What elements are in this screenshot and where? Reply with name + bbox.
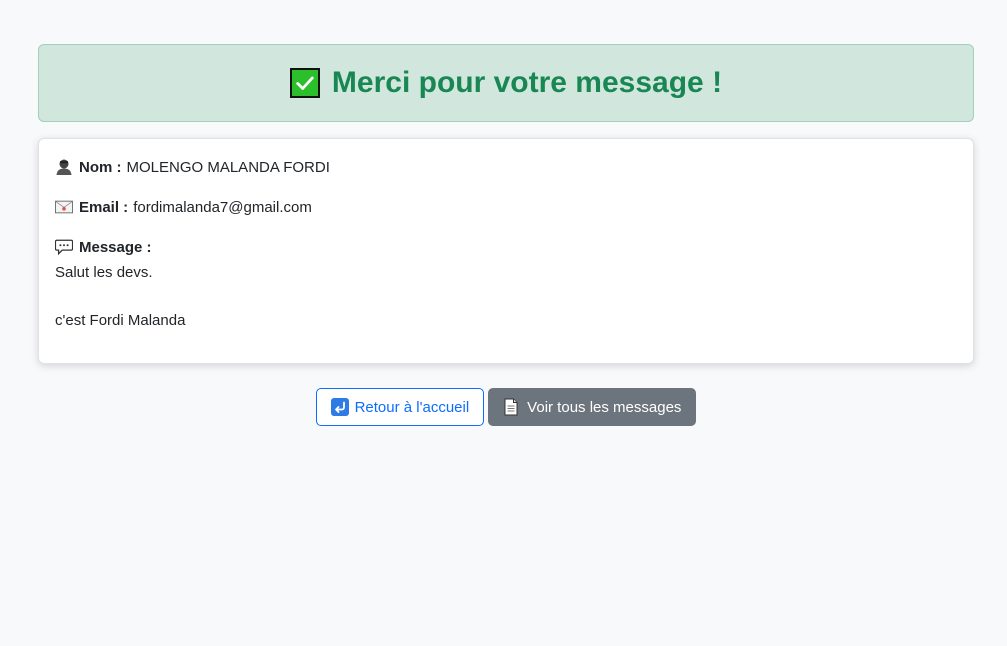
envelope-icon — [55, 198, 73, 216]
page-icon — [503, 398, 521, 416]
return-arrow-icon — [330, 398, 349, 416]
speech-bubble-icon — [55, 238, 73, 256]
message-label: Message : — [79, 238, 152, 256]
name-row: Nom : MOLENGO MALANDA FORDI — [55, 157, 957, 177]
action-buttons: Retour à l'accueil Voir tous les message… — [38, 388, 974, 426]
email-value: fordimalanda7@gmail.com — [133, 198, 312, 216]
view-all-messages-label: Voir tous les messages — [527, 398, 682, 416]
check-mark-icon — [289, 68, 320, 98]
back-home-label: Retour à l'accueil — [354, 398, 470, 416]
page-container: Merci pour votre message ! Nom : MOLENGO… — [38, 44, 974, 426]
view-all-messages-button[interactable]: Voir tous les messages — [488, 388, 697, 426]
success-alert: Merci pour votre message ! — [38, 44, 974, 122]
name-value: MOLENGO MALANDA FORDI — [126, 158, 330, 176]
back-home-button[interactable]: Retour à l'accueil — [315, 388, 485, 426]
message-row: Message : — [55, 237, 957, 257]
email-row: Email : fordimalanda7@gmail.com — [55, 197, 957, 217]
message-value: Salut les devs. c'est Fordi Malanda — [55, 264, 186, 329]
user-silhouette-icon — [55, 158, 73, 176]
page-title: Merci pour votre message ! — [331, 66, 723, 99]
name-label: Nom : — [79, 158, 122, 176]
message-details-card: Nom : MOLENGO MALANDA FORDI Email : ford… — [38, 138, 974, 364]
email-label: Email : — [79, 198, 129, 216]
